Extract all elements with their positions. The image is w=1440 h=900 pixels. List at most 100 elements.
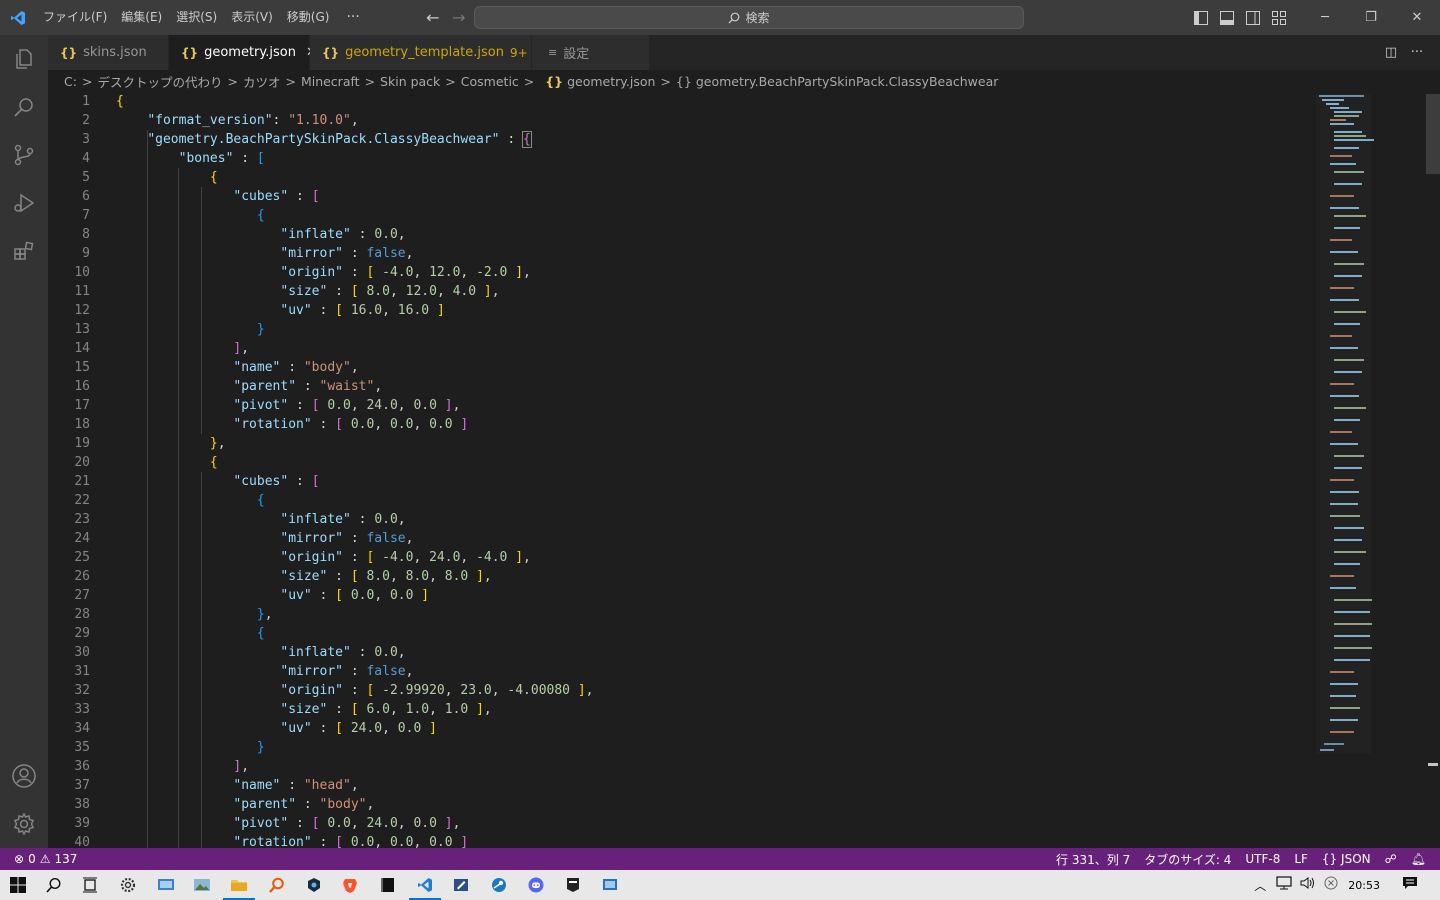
menu-file[interactable]: ファイル(F): [36, 0, 114, 35]
settings-gear-icon[interactable]: [0, 800, 48, 848]
breadcrumb-item[interactable]: デスクトップの代わり: [97, 72, 222, 91]
photos-app-icon[interactable]: [190, 873, 214, 897]
volume-icon[interactable]: [1300, 876, 1316, 894]
editor-tab-bar: {} skins.json {} geometry.json ✕ {} geom…: [48, 35, 1440, 70]
toggle-primary-sidebar-icon[interactable]: [1188, 0, 1214, 35]
line-number: 33: [74, 702, 90, 717]
menu-go[interactable]: 移動(G): [280, 0, 337, 35]
toggle-secondary-sidebar-icon[interactable]: [1240, 0, 1266, 35]
chevron-up-icon[interactable]: ︿: [1254, 877, 1266, 894]
search-everything-icon[interactable]: [265, 873, 289, 897]
split-editor-icon[interactable]: ◫: [1378, 45, 1404, 60]
code-line: 17 "pivot" : [ 0.0, 24.0, 0.0 ],: [48, 396, 1312, 415]
problems-status[interactable]: ⊗ 0 ⚠ 137: [14, 848, 77, 870]
settings-app-icon[interactable]: [116, 873, 140, 897]
breadcrumb-item[interactable]: geometry.BeachPartySkinPack.ClassyBeachw…: [696, 74, 999, 89]
control-panel-icon[interactable]: [154, 873, 178, 897]
tab-size[interactable]: タブのサイズ: 4: [1144, 851, 1231, 868]
json-string: "body": [319, 797, 367, 812]
epic-games-icon[interactable]: [561, 873, 585, 897]
breadcrumb-item[interactable]: Cosmetic: [461, 74, 519, 89]
restore-icon[interactable]: ❐: [1348, 0, 1394, 35]
line-number: 39: [74, 816, 90, 831]
extensions-icon[interactable]: [0, 227, 48, 275]
editor-app-icon[interactable]: [449, 873, 473, 897]
json-key: "rotation": [233, 835, 312, 848]
account-icon[interactable]: [0, 752, 48, 800]
tab-skins-json[interactable]: {} skins.json: [48, 35, 169, 70]
code-editor[interactable]: 1{ 2 "format_version": "1.10.0", 3 "geom…: [48, 92, 1440, 848]
remote-desktop-icon[interactable]: [598, 873, 622, 897]
close-window-icon[interactable]: ✕: [1394, 0, 1440, 35]
line-number: 32: [74, 683, 90, 698]
cursor-position[interactable]: 行 331、列 7: [1056, 851, 1130, 868]
breadcrumb-item[interactable]: C:: [64, 74, 77, 89]
search-icon[interactable]: [0, 83, 48, 131]
json-file-icon: {}: [60, 45, 78, 60]
tab-settings[interactable]: ≡ 設定: [532, 35, 650, 70]
tab-geometry-template-json[interactable]: {} geometry_template.json 9+: [310, 35, 532, 70]
code-line: 18 "rotation" : [ 0.0, 0.0, 0.0 ]: [48, 415, 1312, 434]
json-key: "name": [233, 778, 281, 793]
json-key: "inflate": [280, 512, 351, 527]
file-explorer-icon[interactable]: [223, 873, 255, 900]
code-line: 25 "origin" : [ -4.0, 24.0, -4.0 ],: [48, 548, 1312, 567]
system-clock[interactable]: 20:53: [1348, 879, 1380, 892]
source-control-icon[interactable]: [0, 131, 48, 179]
code-line: 40 "rotation" : [ 0.0, 0.0, 0.0 ]: [48, 833, 1312, 848]
run-debug-icon[interactable]: [0, 179, 48, 227]
forward-arrow-icon[interactable]: →: [446, 8, 472, 27]
end-of-line[interactable]: LF: [1294, 852, 1308, 866]
breadcrumb-item[interactable]: geometry.json: [567, 74, 655, 89]
json-key: "parent": [233, 797, 297, 812]
steam-icon[interactable]: [487, 873, 511, 897]
code-line: 29 {: [48, 624, 1312, 643]
error-icon: ⊗: [14, 852, 25, 866]
menu-selection[interactable]: 選択(S): [169, 0, 224, 35]
circle-x-icon[interactable]: [1324, 876, 1338, 894]
scrollbar-thumb[interactable]: [1426, 94, 1440, 174]
code-line: 12 "uv" : [ 16.0, 16.0 ]: [48, 301, 1312, 320]
json-key: "size": [280, 569, 328, 584]
task-view-icon[interactable]: [78, 873, 102, 897]
menu-more-button[interactable]: ···: [336, 0, 369, 35]
line-number: 17: [74, 398, 90, 413]
minimize-icon[interactable]: ─: [1302, 0, 1348, 35]
more-actions-icon[interactable]: ···: [1404, 45, 1430, 60]
menu-view[interactable]: 表示(V): [224, 0, 280, 35]
vscode-taskbar-icon[interactable]: [409, 873, 441, 900]
customize-layout-icon[interactable]: [1266, 0, 1292, 35]
network-icon[interactable]: [1276, 876, 1292, 894]
breadcrumb-item[interactable]: Minecraft: [301, 74, 360, 89]
minimap[interactable]: [1314, 92, 1424, 848]
code-line: 30 "inflate" : 0.0,: [48, 643, 1312, 662]
toggle-panel-icon[interactable]: [1214, 0, 1240, 35]
notifications-bell-icon[interactable]: 🔔︎: [1411, 852, 1426, 866]
back-arrow-icon[interactable]: ←: [420, 8, 446, 27]
line-number: 21: [74, 474, 90, 489]
code-area[interactable]: 1{ 2 "format_version": "1.10.0", 3 "geom…: [48, 92, 1312, 848]
breadcrumb-item[interactable]: カツオ: [243, 72, 281, 91]
breadcrumb-item[interactable]: Skin pack: [380, 74, 440, 89]
explorer-icon[interactable]: [0, 35, 48, 83]
shield-app-icon[interactable]: [302, 873, 326, 897]
language-mode[interactable]: {} JSON: [1322, 852, 1371, 866]
json-key: "inflate": [280, 645, 351, 660]
line-number: 9: [82, 246, 90, 261]
search-label: 検索: [745, 11, 770, 25]
action-center-icon[interactable]: [1402, 876, 1418, 894]
taskbar-search-icon[interactable]: [42, 873, 66, 897]
json-key: "origin": [280, 683, 343, 698]
feedback-icon[interactable]: ☍: [1385, 852, 1397, 866]
menu-edit[interactable]: 編集(E): [114, 0, 169, 35]
vertical-scrollbar[interactable]: [1426, 92, 1440, 848]
command-center-search[interactable]: 検索: [474, 6, 1024, 29]
tab-geometry-json[interactable]: {} geometry.json ✕: [169, 35, 317, 70]
code-line: 37 "name" : "head",: [48, 776, 1312, 795]
discord-icon[interactable]: [524, 873, 548, 897]
code-line: 13 }: [48, 320, 1312, 339]
notebook-app-icon[interactable]: [376, 873, 400, 897]
windows-start-icon[interactable]: [6, 873, 30, 897]
encoding[interactable]: UTF-8: [1245, 852, 1280, 866]
brave-browser-icon[interactable]: [338, 873, 362, 897]
